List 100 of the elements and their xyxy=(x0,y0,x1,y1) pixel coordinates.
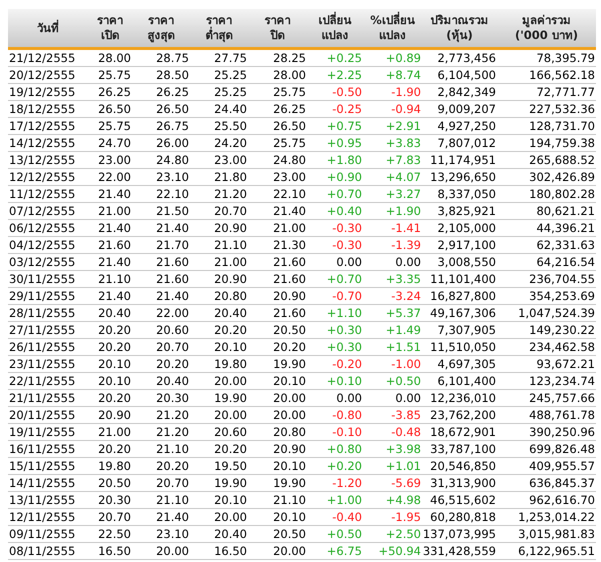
price-cell-text: 20.10 xyxy=(97,373,132,389)
date-cell-text: 20/11/2555 xyxy=(8,407,76,423)
change-cell-text: +0.90 xyxy=(326,169,363,185)
volume-cell-text: 9,009,207 xyxy=(436,101,497,117)
price-cell-text: 20.40 xyxy=(155,373,190,389)
price-cell-text: 20.90 xyxy=(213,220,248,236)
change-cell-text: -0.30 xyxy=(331,237,363,253)
value-cell-text: 180,802.28 xyxy=(528,186,596,202)
percent-change-cell-text: +0.50 xyxy=(384,373,422,389)
price-cell-text: 22.10 xyxy=(272,186,307,202)
value-cell-text: 245,757.66 xyxy=(528,390,596,406)
change-cell-text: -0.70 xyxy=(331,288,363,304)
price-cell-text: 21.50 xyxy=(155,203,190,219)
price-cell-text: 21.40 xyxy=(155,509,190,525)
price-cell-text: 20.50 xyxy=(272,526,307,542)
percent-change-cell-text: +3.35 xyxy=(384,271,422,287)
change-cell-text: -0.20 xyxy=(331,356,363,372)
price-cell-text: 21.10 xyxy=(272,492,307,508)
change-cell-text: +2.25 xyxy=(326,67,363,83)
price-cell-text: 25.75 xyxy=(272,135,307,151)
price-cell-text: 21.60 xyxy=(272,254,307,270)
price-cell-text: 25.50 xyxy=(213,118,248,134)
price-cell-text: 26.25 xyxy=(97,84,132,100)
percent-change-cell-text: -1.00 xyxy=(390,356,422,372)
price-cell-text: 19.90 xyxy=(272,356,307,372)
change-cell-text: -0.80 xyxy=(331,407,363,423)
date-cell-text: 06/12/2555 xyxy=(8,220,76,236)
value-cell-text: 123,234.74 xyxy=(528,373,596,389)
price-cell-text: 20.70 xyxy=(97,509,132,525)
price-cell-text: 24.80 xyxy=(272,152,307,168)
change-cell-text: +0.50 xyxy=(326,526,363,542)
price-cell-text: 16.50 xyxy=(213,543,248,559)
date-cell-text: 11/12/2555 xyxy=(8,186,76,202)
price-cell-text: 28.00 xyxy=(97,50,132,66)
percent-change-cell-text: +3.98 xyxy=(384,441,422,457)
price-cell-text: 26.50 xyxy=(97,101,132,117)
date-cell-text: 22/11/2555 xyxy=(8,373,76,389)
price-cell-text: 20.30 xyxy=(97,492,132,508)
volume-cell-text: 2,842,349 xyxy=(436,84,497,100)
price-cell-text: 20.60 xyxy=(213,424,248,440)
date-cell-text: 14/11/2555 xyxy=(8,475,76,491)
column-header: ราคา ต่ำสุด xyxy=(204,12,234,44)
price-cell-text: 28.00 xyxy=(272,67,307,83)
change-cell-text: -0.40 xyxy=(331,509,363,525)
volume-cell-text: 11,101,400 xyxy=(429,271,497,287)
price-cell-text: 26.75 xyxy=(155,118,190,134)
volume-cell-text: 12,236,010 xyxy=(429,390,497,406)
price-cell-text: 20.40 xyxy=(213,526,248,542)
price-cell-text: 23.10 xyxy=(155,169,190,185)
date-cell-text: 19/12/2555 xyxy=(8,84,76,100)
value-cell-text: 72,771.77 xyxy=(535,84,596,100)
percent-change-cell-text: +2.91 xyxy=(384,118,422,134)
volume-cell-text: 18,672,901 xyxy=(429,424,497,440)
price-cell-text: 26.50 xyxy=(155,101,190,117)
percent-change-cell-text: +8.74 xyxy=(384,67,422,83)
date-cell-text: 26/11/2555 xyxy=(8,339,76,355)
price-cell-text: 20.20 xyxy=(155,458,190,474)
column-header: ราคา เปิด xyxy=(96,12,124,44)
change-cell-text: -0.25 xyxy=(331,101,363,117)
price-cell-text: 21.40 xyxy=(155,220,190,236)
value-cell-text: 302,426.89 xyxy=(528,169,596,185)
percent-change-cell-text: -1.90 xyxy=(390,84,422,100)
price-cell-text: 23.10 xyxy=(155,526,190,542)
percent-change-cell-text: +0.89 xyxy=(384,50,422,66)
price-cell-text: 21.60 xyxy=(155,254,190,270)
volume-cell-text: 6,104,500 xyxy=(436,67,497,83)
volume-cell-text: 3,008,550 xyxy=(436,254,497,270)
value-cell-text: 236,704.55 xyxy=(528,271,596,287)
column-header: วันที่ xyxy=(36,18,60,36)
date-cell-text: 30/11/2555 xyxy=(8,271,76,287)
price-cell-text: 19.90 xyxy=(213,390,248,406)
date-cell-text: 29/11/2555 xyxy=(8,288,76,304)
price-cell-text: 24.70 xyxy=(97,135,132,151)
date-cell-text: 03/12/2555 xyxy=(8,254,76,270)
price-cell-text: 21.00 xyxy=(213,254,248,270)
value-cell-text: 78,395.79 xyxy=(535,50,596,66)
percent-change-cell-text: +3.27 xyxy=(384,186,422,202)
percent-change-cell-text: +1.49 xyxy=(384,322,422,338)
price-cell-text: 21.00 xyxy=(97,424,132,440)
price-cell-text: 22.00 xyxy=(155,305,190,321)
price-cell-text: 26.25 xyxy=(155,84,190,100)
price-cell-text: 20.70 xyxy=(213,203,248,219)
volume-cell-text: 60,280,818 xyxy=(429,509,497,525)
price-cell-text: 21.20 xyxy=(213,186,248,202)
percent-change-cell-text: +1.51 xyxy=(384,339,422,355)
change-cell-text: +1.10 xyxy=(326,305,363,321)
price-cell-text: 26.00 xyxy=(155,135,190,151)
volume-cell-text: 16,827,800 xyxy=(429,288,497,304)
percent-change-cell-text: 0.00 xyxy=(394,390,422,406)
date-cell-text: 14/12/2555 xyxy=(8,135,76,151)
date-cell-text: 13/11/2555 xyxy=(8,492,76,508)
price-cell-text: 20.20 xyxy=(213,322,248,338)
price-cell-text: 23.00 xyxy=(97,152,132,168)
price-cell-text: 21.40 xyxy=(97,220,132,236)
percent-change-cell-text: +1.90 xyxy=(384,203,422,219)
volume-cell-text: 31,313,900 xyxy=(429,475,497,491)
price-cell-text: 24.80 xyxy=(155,152,190,168)
price-cell-text: 20.00 xyxy=(155,543,190,559)
column-header: ปริมาณรวม (หุ้น) xyxy=(430,12,490,44)
price-cell-text: 21.30 xyxy=(272,237,307,253)
